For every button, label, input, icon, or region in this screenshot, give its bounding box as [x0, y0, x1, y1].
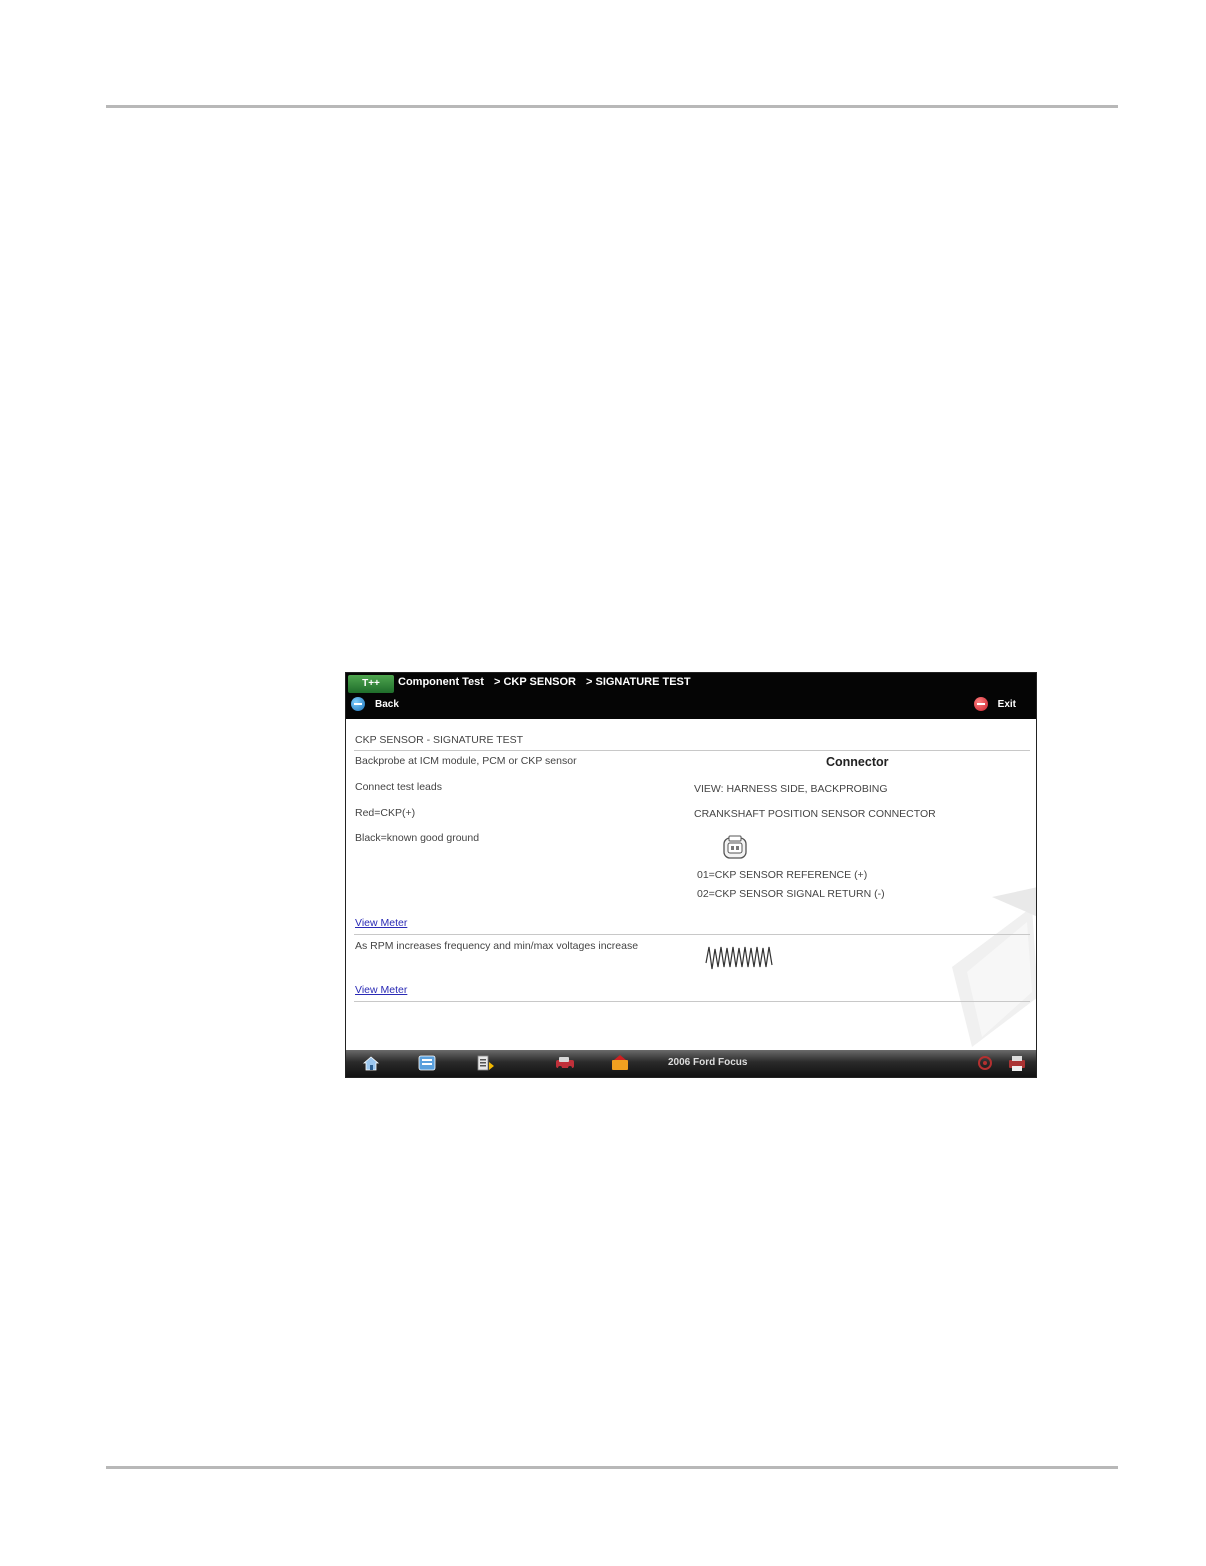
breadcrumb-signature-test: > SIGNATURE TEST: [586, 676, 691, 688]
test-title: CKP SENSOR - SIGNATURE TEST: [355, 734, 524, 746]
exit-label: Exit: [997, 698, 1016, 710]
view-meter-link-2[interactable]: View Meter: [355, 984, 407, 996]
connector-name: CRANKSHAFT POSITION SENSOR CONNECTOR: [694, 808, 936, 820]
connector-heading: Connector: [826, 755, 889, 769]
exit-button[interactable]: Exit: [973, 697, 1016, 711]
taskbar: 2006 Ford Focus: [346, 1050, 1036, 1077]
vehicle-label: 2006 Ford Focus: [668, 1057, 748, 1068]
page-top-rule: [106, 105, 1118, 108]
view-meter-link-1[interactable]: View Meter: [355, 917, 407, 929]
title-bar: T++ Component Test > CKP SENSOR > SIGNAT…: [346, 673, 1036, 719]
data-icon[interactable]: [610, 1054, 632, 1072]
back-arrow-icon: [351, 697, 365, 711]
scan-tool-screen: T++ Component Test > CKP SENSOR > SIGNAT…: [345, 672, 1037, 1078]
print-icon[interactable]: [1006, 1054, 1028, 1072]
tools-icon[interactable]: [474, 1054, 496, 1072]
exit-icon: [973, 697, 988, 711]
connector-icon: [723, 835, 747, 859]
instruction-backprobe: Backprobe at ICM module, PCM or CKP sens…: [355, 755, 577, 767]
watermark-graphic: [952, 887, 1036, 1047]
instruction-connect-leads: Connect test leads: [355, 781, 442, 793]
test-content: CKP SENSOR - SIGNATURE TEST Backprobe at…: [346, 719, 1036, 1051]
instruction-black-lead: Black=known good ground: [355, 832, 480, 844]
divider: [354, 750, 1030, 751]
scanner-icon[interactable]: [416, 1054, 438, 1072]
settings-icon[interactable]: [974, 1054, 996, 1072]
home-icon[interactable]: [360, 1054, 382, 1072]
waveform-icon: [705, 946, 773, 970]
pin-01: 01=CKP SENSOR REFERENCE (+): [697, 869, 868, 881]
signal-note: As RPM increases frequency and min/max v…: [355, 940, 639, 952]
back-button[interactable]: Back: [351, 697, 399, 711]
breadcrumb: Component Test > CKP SENSOR > SIGNATURE …: [398, 676, 691, 688]
connector-view: VIEW: HARNESS SIDE, BACKPROBING: [694, 783, 888, 795]
vehicle-icon[interactable]: [554, 1054, 576, 1072]
divider: [354, 1001, 1030, 1002]
back-label: Back: [375, 698, 399, 710]
divider: [354, 934, 1030, 935]
breadcrumb-ckp-sensor[interactable]: > CKP SENSOR: [494, 676, 576, 688]
app-logo: T++: [348, 675, 394, 693]
instruction-red-lead: Red=CKP(+): [355, 807, 416, 819]
breadcrumb-component-test[interactable]: Component Test: [398, 676, 484, 688]
page-bottom-rule: [106, 1466, 1118, 1469]
pin-02: 02=CKP SENSOR SIGNAL RETURN (-): [697, 888, 885, 900]
